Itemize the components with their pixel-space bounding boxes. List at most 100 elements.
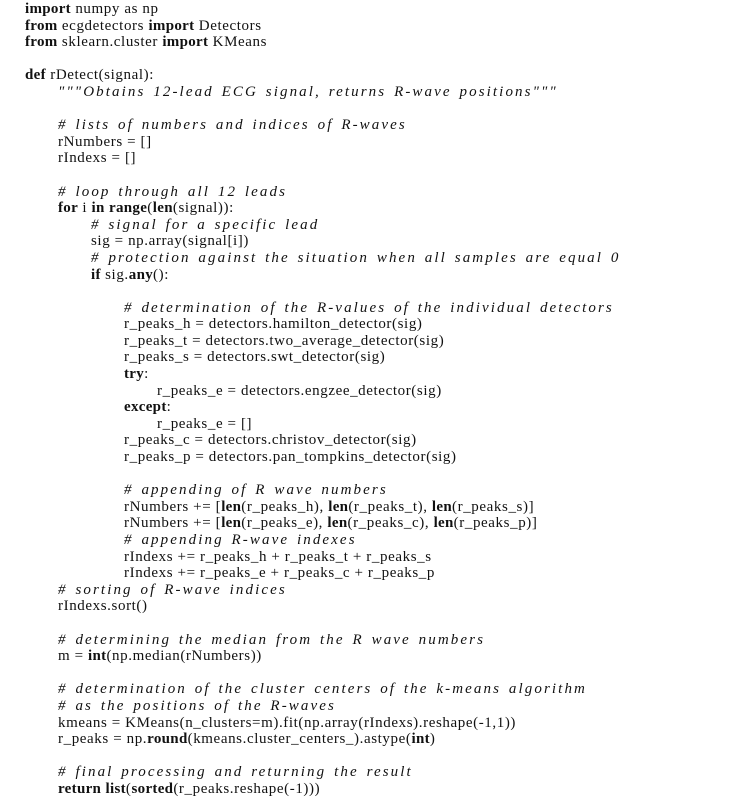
code-line: rNumbers += [len(r_peaks_e), len(r_peaks… [25,515,621,532]
keyword: len [221,515,242,532]
keyword: int [88,648,107,665]
code-listing: import numpy as np from ecgdetectors impo… [25,1,621,798]
comment: # determination of the cluster centers o… [58,681,587,698]
code-text: (r_peaks_c), [347,515,434,532]
code-text: r_peaks_c = detectors.christov_detector(… [124,432,417,449]
code-line: try: [25,366,621,383]
code-line: r_peaks_c = detectors.christov_detector(… [25,432,621,449]
code-text: m = [58,648,89,665]
code-line: import numpy as np [25,1,621,18]
code-line: """Obtains 12-lead ECG signal, returns R… [25,84,621,101]
keyword: def [25,67,46,84]
code-line: m = int(np.median(rNumbers)) [25,648,621,665]
code-line: rNumbers = [] [25,134,621,151]
code-line: r_peaks_e = [] [25,416,621,433]
keyword: from [25,34,58,51]
code-text: Detectors [194,17,262,34]
comment: # signal for a specific lead [91,216,320,233]
code-line: # determination of the R-values of the i… [25,300,621,317]
keyword: len [328,498,349,515]
code-line: # lists of numbers and indices of R-wave… [25,117,621,134]
code-line: rIndexs += r_peaks_h + r_peaks_t + r_pea… [25,549,621,566]
code-line: # as the positions of the R-waves [25,698,621,715]
keyword: try [124,366,145,383]
keyword: len [152,200,173,217]
code-line: except: [25,399,621,416]
code-text: r_peaks_s = detectors.swt_detector(sig) [124,349,386,366]
code-text: ecgdetectors [57,17,149,34]
code-text: (kmeans.cluster_centers_).astype( [187,731,412,748]
code-line: # appending R-wave indexes [25,532,621,549]
code-line: r_peaks_h = detectors.hamilton_detector(… [25,316,621,333]
code-line: sig = np.array(signal[i]) [25,233,621,250]
code-line: from ecgdetectors import Detectors [25,18,621,35]
code-text: r_peaks_e = detectors.engzee_detector(si… [157,382,442,399]
code-line: rNumbers += [len(r_peaks_h), len(r_peaks… [25,499,621,516]
code-text: rIndexs += r_peaks_h + r_peaks_t + r_pea… [124,548,432,565]
comment: # appending R-wave indexes [124,532,357,548]
code-text: (np.median(rNumbers)) [106,648,262,665]
keyword: from [25,17,58,34]
comment: # sorting of R-wave indices [58,581,287,598]
code-line: if sig.any(): [25,267,621,284]
code-text: (r_peaks_s)] [452,498,535,515]
code-line: r_peaks_t = detectors.two_average_detect… [25,333,621,350]
keyword: len [327,515,348,532]
code-line: for i in range(len(signal)): [25,200,621,217]
code-text: sig = np.array(signal[i]) [91,233,249,250]
keyword: import [162,34,209,51]
code-text: (r_peaks_p)] [453,515,538,532]
keyword: len [433,515,454,532]
code-text: rIndexs = [] [58,150,137,167]
code-text: rNumbers = [] [58,133,152,150]
code-line: from sklearn.cluster import KMeans [25,34,621,51]
code-line: r_peaks = np.round(kmeans.cluster_center… [25,731,621,748]
keyword: any [128,266,154,283]
code-text: KMeans [208,34,268,51]
code-text: rDetect(signal): [45,67,154,84]
code-line: r_peaks_e = detectors.engzee_detector(si… [25,383,621,400]
code-line: # loop through all 12 leads [25,184,621,201]
keyword: len [221,498,242,515]
keyword: import [148,17,195,34]
keyword: except [124,399,167,416]
code-line: # sorting of R-wave indices [25,582,621,599]
keyword: in [91,200,105,217]
code-text: rIndexs.sort() [58,598,148,615]
code-text: ) [429,731,436,748]
code-line: # protection against the situation when … [25,250,621,267]
code-text: rNumbers += [ [124,498,222,515]
keyword: return [58,780,102,797]
keyword: round [147,731,188,748]
code-text: r_peaks_e = [] [157,415,253,432]
code-line: # determination of the cluster centers o… [25,681,621,698]
code-line: # determining the median from the R wave… [25,632,621,649]
code-text: sig. [100,266,129,283]
comment: # lists of numbers and indices of R-wave… [58,117,407,134]
code-text: rNumbers += [ [124,515,222,532]
code-line: # final processing and returning the res… [25,764,621,781]
code-text: : [144,366,149,383]
keyword: sorted [131,780,174,797]
code-line: r_peaks_s = detectors.swt_detector(sig) [25,349,621,366]
code-text: kmeans = KMeans(n_clusters=m).fit(np.arr… [58,714,517,731]
code-line: rIndexs.sort() [25,598,621,615]
keyword: int [411,731,430,748]
code-text: r_peaks_t = detectors.two_average_detect… [124,332,445,349]
code-text: (r_peaks_h), [241,498,329,515]
comment: """Obtains 12-lead ECG signal, returns R… [58,83,558,100]
code-line: # signal for a specific lead [25,217,621,234]
comment: # protection against the situation when … [91,249,621,266]
code-text: (): [153,266,169,283]
keyword: for [58,200,79,217]
code-line: kmeans = KMeans(n_clusters=m).fit(np.arr… [25,715,621,732]
comment: # loop through all 12 leads [58,183,288,200]
keyword: if [91,266,101,283]
code-line: # appending of R wave numbers [25,482,621,499]
